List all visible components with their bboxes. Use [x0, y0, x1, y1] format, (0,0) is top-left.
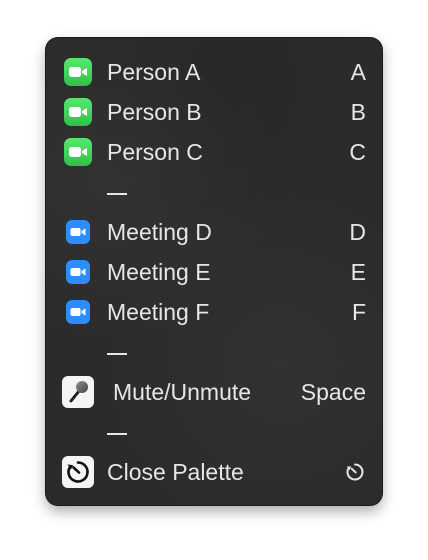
palette-item-person-b[interactable]: Person B B	[46, 92, 382, 132]
palette-item-meeting-d[interactable]: Meeting D D	[46, 212, 382, 252]
zoom-video-icon	[66, 220, 90, 244]
shortcut-key: E	[350, 259, 366, 285]
zoom-video-icon	[66, 260, 90, 284]
palette-item-mute-unmute[interactable]: Mute/Unmute Space	[46, 372, 382, 412]
palette-item-meeting-e[interactable]: Meeting E E	[46, 252, 382, 292]
command-palette: Person A A Person B B Person C C Meeting…	[46, 38, 382, 505]
shortcut-key: C	[349, 139, 366, 165]
palette-item-label: Person C	[107, 139, 203, 165]
palette-item-person-a[interactable]: Person A A	[46, 52, 382, 92]
shortcut-key: D	[349, 219, 366, 245]
separator	[107, 353, 127, 355]
shortcut-key: F	[351, 299, 366, 325]
separator	[107, 433, 127, 435]
palette-item-label: Close Palette	[107, 459, 244, 485]
shortcut-key: Space	[300, 379, 366, 405]
palette-item-label: Mute/Unmute	[113, 379, 252, 405]
palette-item-close-palette[interactable]: Close Palette	[46, 452, 382, 492]
palette-item-label: Meeting D	[107, 219, 212, 245]
palette-item-label: Person B	[107, 99, 202, 125]
palette-item-label: Person A	[107, 59, 201, 85]
palette-item-meeting-f[interactable]: Meeting F F	[46, 292, 382, 332]
palette-item-label: Meeting F	[107, 299, 210, 325]
facetime-video-icon	[64, 58, 92, 86]
zoom-video-icon	[66, 300, 90, 324]
timer-reset-icon	[344, 461, 366, 483]
palette-item-label: Meeting E	[107, 259, 211, 285]
facetime-video-icon	[64, 138, 92, 166]
separator	[107, 193, 127, 195]
palette-item-person-c[interactable]: Person C C	[46, 132, 382, 172]
shortcut-key: B	[350, 99, 366, 125]
timer-reset-icon	[62, 456, 94, 488]
facetime-video-icon	[64, 98, 92, 126]
shortcut-key: A	[350, 59, 366, 85]
microphone-icon	[62, 376, 94, 408]
